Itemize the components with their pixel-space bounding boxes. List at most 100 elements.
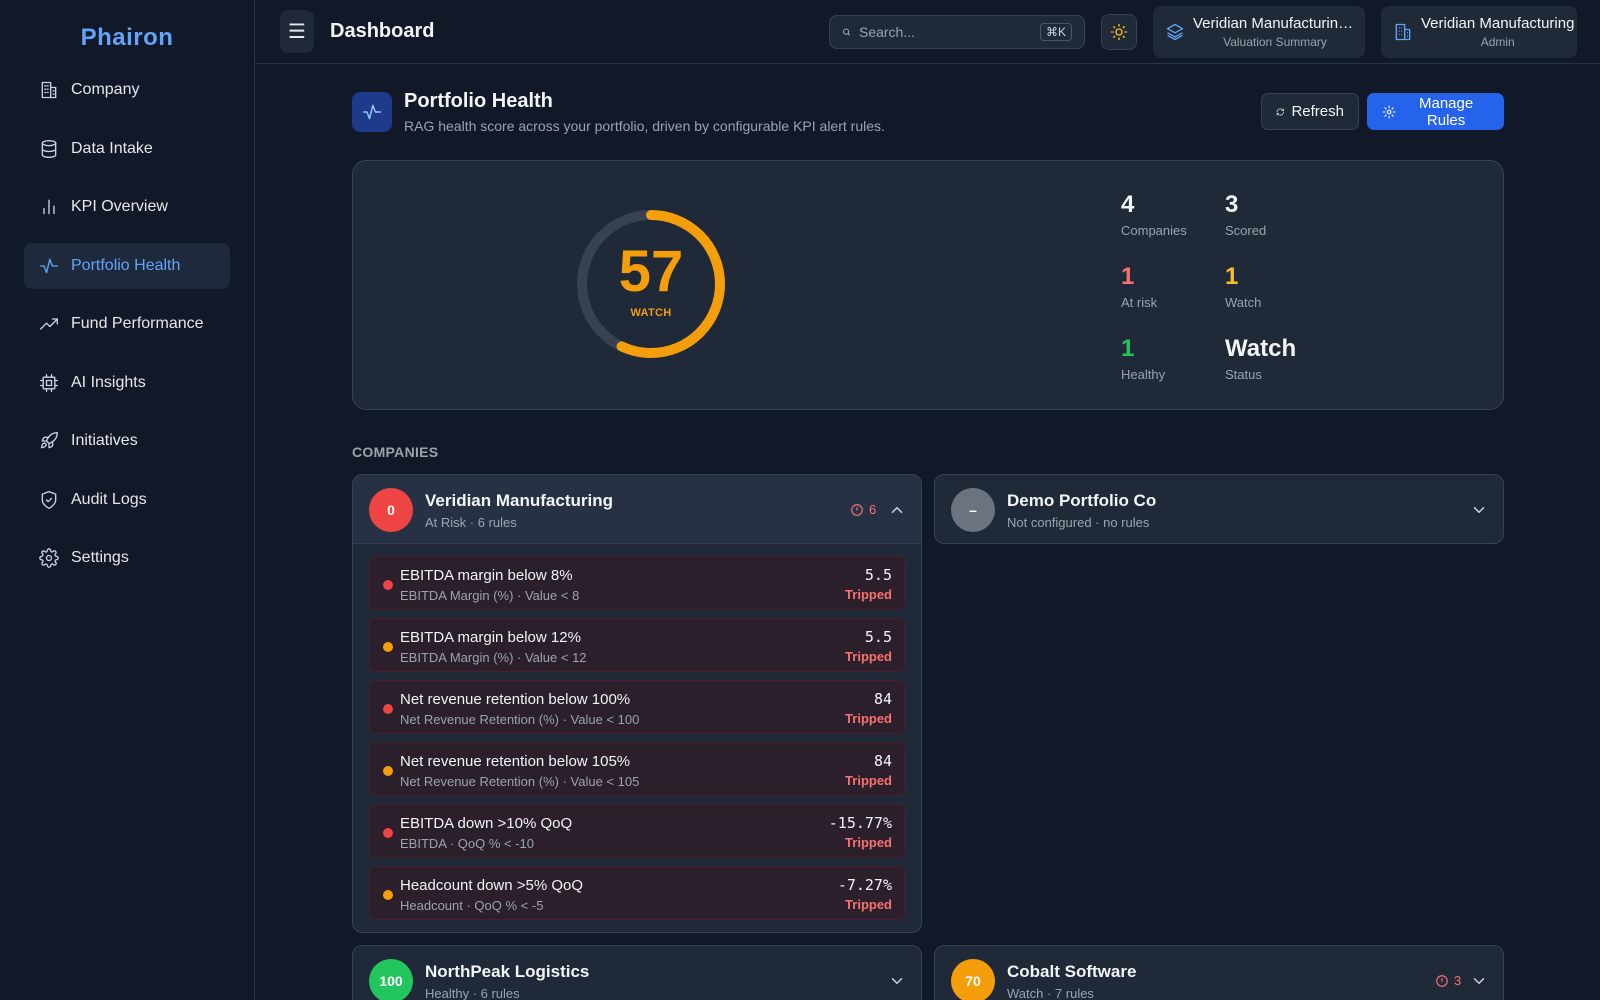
rule-name: Headcount down >5% QoQ bbox=[400, 877, 584, 894]
rocket-icon bbox=[40, 431, 58, 449]
rule-value: -7.27% bbox=[837, 876, 892, 894]
alert-count-value: 6 bbox=[869, 502, 877, 517]
rule-name: EBITDA down >10% QoQ bbox=[400, 815, 573, 832]
rule-row[interactable]: EBITDA margin below 12% EBITDA Margin (%… bbox=[369, 618, 905, 672]
chevron-up-icon[interactable] bbox=[888, 501, 906, 519]
sidebar-item-label: Settings bbox=[71, 549, 129, 566]
rule-description: Net Revenue Retention (%) · Value < 105 bbox=[400, 774, 640, 789]
activity-icon bbox=[362, 104, 382, 120]
main-content: Portfolio Health RAG health score across… bbox=[352, 90, 1504, 1000]
company-card-header[interactable]: 70 Cobalt Software Watch · 7 rules 3 bbox=[935, 946, 1503, 1000]
rule-description: EBITDA · QoQ % < -10 bbox=[400, 836, 535, 851]
org-name: Veridian Manufacturing bbox=[1421, 15, 1575, 32]
menu-button[interactable]: ☰ bbox=[280, 10, 314, 53]
stat-value: 3 bbox=[1225, 191, 1239, 218]
rule-description: EBITDA Margin (%) · Value < 12 bbox=[400, 650, 587, 665]
sidebar-item-initiatives[interactable]: Initiatives bbox=[24, 418, 230, 464]
refresh-button[interactable]: Refresh bbox=[1261, 93, 1359, 130]
severity-dot-amber bbox=[383, 642, 393, 652]
rule-name: Net revenue retention below 100% bbox=[400, 691, 631, 708]
sidebar-item-label: Data Intake bbox=[71, 139, 153, 157]
chevron-down-icon[interactable] bbox=[1470, 972, 1488, 990]
stat-at-risk: 1 At risk bbox=[1121, 263, 1157, 310]
rule-description: Headcount · QoQ % < -5 bbox=[400, 898, 544, 913]
company-score-badge: – bbox=[951, 488, 995, 532]
company-status: Not configured · no rules bbox=[1007, 515, 1150, 530]
company-card-header[interactable]: 100 NorthPeak Logistics Healthy · 6 rule… bbox=[353, 946, 921, 1000]
sidebar-item-settings[interactable]: Settings bbox=[24, 535, 230, 581]
building-icon bbox=[41, 81, 57, 99]
health-score: 57 bbox=[618, 239, 684, 304]
rule-value: 84 bbox=[873, 752, 892, 770]
severity-dot-red bbox=[383, 828, 393, 838]
rule-value: -15.77% bbox=[828, 814, 892, 832]
activity-icon bbox=[40, 258, 58, 273]
rule-status: Tripped bbox=[845, 773, 892, 788]
page-header: Portfolio Health RAG health score across… bbox=[352, 90, 1504, 135]
company-name: Veridian Manufacturing bbox=[425, 491, 613, 510]
shield-check-icon bbox=[41, 490, 57, 509]
sidebar-item-label: KPI Overview bbox=[71, 198, 168, 215]
stat-healthy: 1 Healthy bbox=[1121, 335, 1165, 382]
stat-label: Scored bbox=[1225, 223, 1267, 238]
trending-up-icon bbox=[40, 318, 58, 330]
layers-icon bbox=[1166, 23, 1184, 41]
company-card-header[interactable]: 0 Veridian Manufacturing At Risk · 6 rul… bbox=[353, 475, 921, 544]
rule-row[interactable]: Net revenue retention below 100% Net Rev… bbox=[369, 680, 905, 734]
search-shortcut: ⌘K bbox=[1039, 23, 1072, 41]
stat-companies: 4 Companies bbox=[1121, 191, 1187, 238]
sidebar-item-label: Initiatives bbox=[71, 432, 138, 449]
company-score-badge: 70 bbox=[951, 959, 995, 1000]
rule-row[interactable]: EBITDA margin below 8% EBITDA Margin (%)… bbox=[369, 556, 905, 610]
theme-toggle-button[interactable] bbox=[1101, 14, 1137, 50]
company-card-header[interactable]: – Demo Portfolio Co Not configured · no … bbox=[935, 475, 1503, 543]
sidebar-item-audit-logs[interactable]: Audit Logs bbox=[24, 477, 230, 523]
company-name: Cobalt Software bbox=[1007, 962, 1137, 981]
sidebar: Phairon Company Data Intake KPI Overview… bbox=[0, 0, 255, 1000]
chevron-down-icon[interactable] bbox=[1470, 501, 1488, 519]
building-icon bbox=[1395, 23, 1411, 41]
company-card-veridian: 0 Veridian Manufacturing At Risk · 6 rul… bbox=[352, 474, 922, 933]
rule-status: Tripped bbox=[845, 711, 892, 726]
page-subtitle: RAG health score across your portfolio, … bbox=[404, 118, 885, 134]
context-switcher[interactable]: Veridian Manufacturing… Valuation Summar… bbox=[1153, 6, 1365, 58]
chevron-down-icon[interactable] bbox=[888, 972, 906, 990]
sidebar-item-company[interactable]: Company bbox=[24, 67, 230, 113]
sidebar-item-kpi-overview[interactable]: KPI Overview bbox=[24, 184, 230, 230]
companies-section-title: COMPANIES bbox=[352, 444, 439, 460]
page-header-icon-box bbox=[352, 92, 392, 132]
database-icon bbox=[41, 139, 57, 158]
rule-row[interactable]: EBITDA down >10% QoQ EBITDA · QoQ % < -1… bbox=[369, 804, 905, 858]
gear-icon bbox=[39, 548, 59, 568]
manage-rules-button[interactable]: Manage Rules bbox=[1367, 93, 1504, 130]
manage-rules-label: Manage Rules bbox=[1418, 94, 1474, 129]
page-title: Portfolio Health bbox=[404, 90, 553, 112]
search-box[interactable]: ⌘K bbox=[829, 15, 1085, 49]
brand-logo[interactable]: Phairon bbox=[0, 24, 254, 54]
company-score-badge: 100 bbox=[369, 959, 413, 1000]
sidebar-item-label: Portfolio Health bbox=[71, 256, 181, 274]
sidebar-item-label: Audit Logs bbox=[71, 490, 147, 508]
stat-label: Status bbox=[1225, 367, 1262, 382]
rule-description: Net Revenue Retention (%) · Value < 100 bbox=[400, 712, 640, 727]
bar-chart-icon bbox=[43, 199, 55, 215]
sidebar-nav: Company Data Intake KPI Overview Portfol… bbox=[24, 67, 230, 594]
rule-row[interactable]: Headcount down >5% QoQ Headcount · QoQ %… bbox=[369, 866, 905, 920]
severity-dot-amber bbox=[383, 890, 393, 900]
sidebar-item-portfolio-health[interactable]: Portfolio Health bbox=[24, 242, 230, 289]
rule-name: Net revenue retention below 105% bbox=[400, 753, 631, 770]
rule-value: 5.5 bbox=[864, 566, 892, 584]
stat-value: 1 bbox=[1121, 263, 1135, 290]
sidebar-item-fund-performance[interactable]: Fund Performance bbox=[24, 301, 230, 347]
rule-row[interactable]: Net revenue retention below 105% Net Rev… bbox=[369, 742, 905, 796]
search-icon bbox=[843, 28, 851, 36]
org-switcher[interactable]: Veridian Manufacturing Admin bbox=[1381, 6, 1577, 58]
search-input[interactable] bbox=[858, 24, 1040, 40]
sidebar-item-data-intake[interactable]: Data Intake bbox=[24, 126, 230, 172]
sidebar-item-label: Fund Performance bbox=[71, 315, 204, 332]
stat-value: Watch bbox=[1225, 335, 1297, 362]
stat-label: Companies bbox=[1121, 223, 1187, 238]
sidebar-item-ai-insights[interactable]: AI Insights bbox=[24, 360, 230, 406]
topbar-title: Dashboard bbox=[330, 20, 435, 42]
health-gauge: 57 WATCH bbox=[574, 207, 728, 361]
